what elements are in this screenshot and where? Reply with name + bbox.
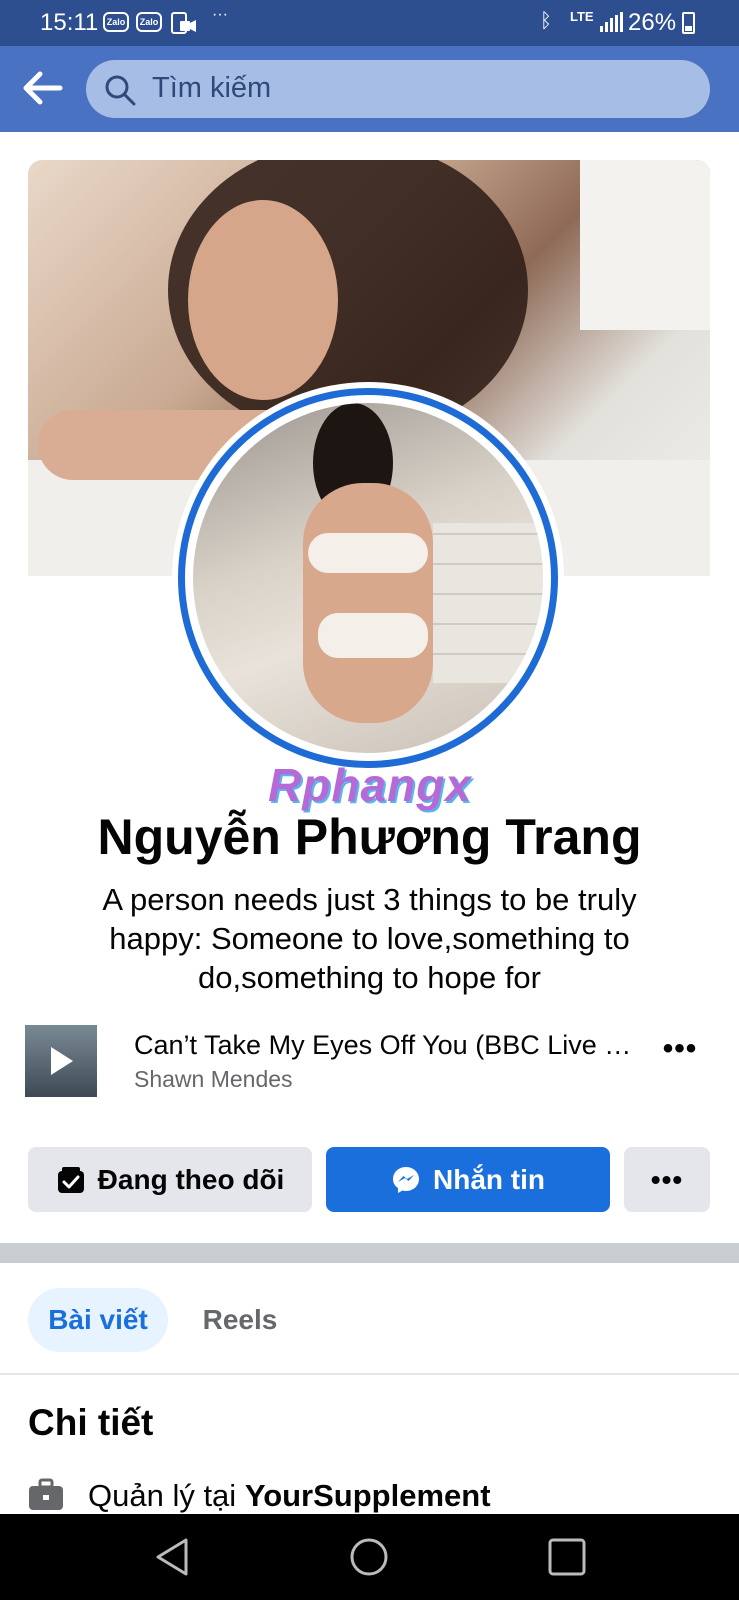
signal-icon: [600, 12, 623, 32]
more-actions-button[interactable]: •••: [624, 1147, 710, 1212]
search-input[interactable]: Tìm kiếm: [86, 60, 710, 118]
bluetooth-icon: ᛒ: [540, 10, 552, 32]
tab-reels[interactable]: Reels: [180, 1288, 300, 1352]
profile-avatar[interactable]: [193, 403, 543, 753]
avatar-lace-bottom: [318, 613, 428, 658]
music-thumbnail[interactable]: [25, 1025, 97, 1097]
status-time: 15:11: [40, 9, 99, 36]
profile-name: Nguyễn Phương Trang: [97, 809, 642, 865]
work-detail: Quản lý tại YourSupplement: [88, 1478, 491, 1514]
message-label: Nhắn tin: [433, 1163, 545, 1195]
battery-icon: [682, 12, 695, 34]
song-title[interactable]: Can’t Take My Eyes Off You (BBC Live Lou…: [134, 1030, 634, 1061]
following-button[interactable]: Đang theo dõi: [28, 1147, 312, 1212]
play-icon: [51, 1047, 73, 1075]
details-title: Chi tiết: [28, 1402, 154, 1443]
nav-recents-icon[interactable]: [544, 1534, 590, 1580]
music-more-button[interactable]: •••: [660, 1034, 700, 1072]
section-divider: [0, 1243, 739, 1263]
follow-check-icon: [57, 1166, 84, 1193]
watermark: Rphangx: [268, 759, 472, 811]
more-notifications-icon: ···: [212, 6, 228, 23]
work-prefix: Quản lý tại: [88, 1478, 245, 1513]
zalo-notification-icon: Zalo: [103, 12, 129, 32]
profile-bio: A person needs just 3 things to be truly…: [102, 882, 637, 995]
messenger-icon: [393, 1166, 419, 1193]
back-arrow-icon[interactable]: [20, 68, 64, 108]
avatar-tiles: [433, 523, 543, 683]
nav-home-icon[interactable]: [346, 1534, 392, 1580]
battery-percent: 26%: [628, 9, 677, 36]
briefcase-icon: [29, 1478, 63, 1510]
search-icon: [105, 75, 136, 106]
avatar-lace-top: [308, 533, 428, 573]
zalo-notification-icon-2: Zalo: [136, 12, 162, 32]
cover-face: [188, 200, 338, 400]
status-bar: 15:11 Zalo Zalo ··· ᛒ LTE 26%: [0, 0, 739, 46]
top-nav: Tìm kiếm: [0, 46, 739, 132]
cover-window: [580, 160, 710, 330]
network-type: LTE: [570, 9, 594, 24]
nav-back-icon[interactable]: [150, 1534, 196, 1580]
message-button[interactable]: Nhắn tin: [326, 1147, 610, 1212]
song-artist: Shawn Mendes: [134, 1066, 293, 1092]
avatar-figure: [303, 483, 433, 723]
following-label: Đang theo dõi: [97, 1163, 285, 1195]
tab-posts[interactable]: Bài viết: [28, 1288, 168, 1352]
android-nav-bar: [0, 1514, 739, 1600]
tabs-divider: [0, 1373, 739, 1375]
work-place-link[interactable]: YourSupplement: [245, 1478, 491, 1513]
search-placeholder: Tìm kiếm: [152, 72, 272, 104]
screen-record-icon: [171, 12, 196, 34]
